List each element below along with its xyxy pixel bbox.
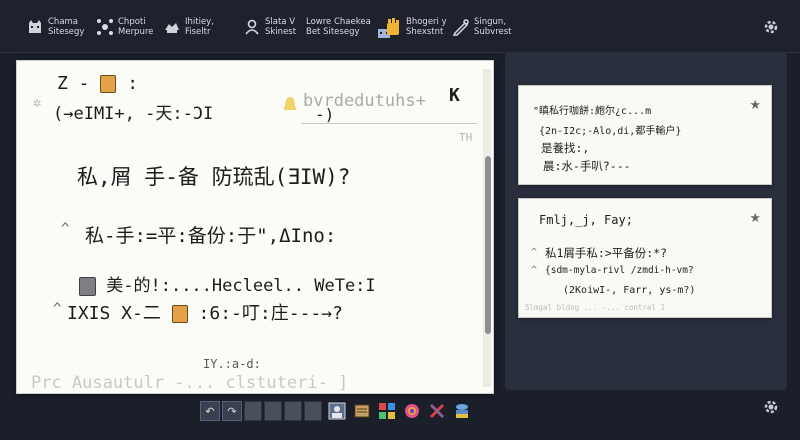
note-line-7: IY.:a-d: xyxy=(203,357,261,371)
note-line-1: Z - : xyxy=(57,73,138,94)
slot-1[interactable] xyxy=(244,401,262,421)
side-note-card-2[interactable]: ★ Fmlj,_j, Fay; ^ 私1屑手私:>平备份:*? ^ {sdm-m… xyxy=(518,198,772,318)
toolbar-label-bhogeri: Bhogeri y Shexstnt xyxy=(406,17,447,37)
faint-star-mark: ✲ xyxy=(33,95,42,111)
side-note-card-1[interactable]: ★ "瞋私行咖餅:皰尔¿c...m {2n-I2c;-Alo,di,都手輸户} … xyxy=(518,85,772,185)
undo-button[interactable]: ↶ xyxy=(200,401,220,421)
gray-sticker-icon xyxy=(79,276,96,296)
toolbar-item-chpoti[interactable]: Chpoti Merpure xyxy=(96,12,153,42)
side-card-2-caret: ^ xyxy=(531,247,538,258)
side-card-2-footer: Slmgal bldog ... -... contral 1 xyxy=(525,303,665,312)
toolbar-label-singun: Singun, Subvrest xyxy=(474,17,512,37)
side-card-2-line-2: {sdm-myla-rivl /zmdi-h-vm? xyxy=(545,265,694,276)
note-line-5: 美-的!:....Hecleel.. WeTe:I xyxy=(79,271,376,296)
note-line-6b-text: :6:-叮:庄---→? xyxy=(198,303,343,324)
header-right-text: TH xyxy=(459,131,473,144)
slot-2[interactable] xyxy=(264,401,282,421)
pen-icon xyxy=(452,18,470,36)
palette-icon[interactable] xyxy=(377,401,397,421)
note-bottom-faint: Prc Ausautulr -... clstuteri- ] xyxy=(31,373,349,393)
side-card-2-caret-2: ^ xyxy=(531,265,538,276)
scroll-icon[interactable] xyxy=(352,401,372,421)
stack-icon[interactable] xyxy=(452,401,472,421)
star-icon-2[interactable]: ★ xyxy=(749,211,761,226)
toolbar-item-ihitiey[interactable]: Ihitiey, Fiseltr xyxy=(163,12,214,42)
settings-gear-icon[interactable] xyxy=(762,18,780,36)
wolf-icon xyxy=(163,18,181,36)
toolbar-label-slata: Slata V Skinest xyxy=(265,17,297,37)
toolbar-item-slata[interactable]: Slata V Skinest xyxy=(243,12,296,42)
redo-button[interactable]: ↷ xyxy=(222,401,242,421)
hand-icon xyxy=(384,18,402,36)
toolbar-item-singun[interactable]: Singun, Subvrest xyxy=(452,12,512,42)
toolbar-label-chama: Chama Sitesegy xyxy=(48,17,85,37)
note-line-6-text: IXIS X-二 xyxy=(67,303,161,324)
note-line-2: (→eIMI+, -天:-ƆI xyxy=(53,104,214,124)
header-k-mark[interactable]: K xyxy=(449,85,460,106)
toolbar-item-lowre[interactable]: Lowre Chaekea Bet Sitesegy xyxy=(306,12,393,42)
note-line-6: IXIS X-二 :6:-叮:庄---→? xyxy=(67,299,343,325)
side-card-1-line-1: "瞋私行咖餅:皰尔¿c...m xyxy=(533,106,652,117)
caret-icon: ^ xyxy=(61,221,70,237)
toolbar-label-chpoti: Chpoti Merpure xyxy=(118,17,154,37)
star-icon[interactable]: ★ xyxy=(749,98,761,113)
portrait-icon[interactable] xyxy=(327,401,347,421)
sticker-icon-2 xyxy=(171,305,188,323)
header-bell-icon xyxy=(281,93,299,117)
top-toolbar: Chama Sitesegy Chpoti Merpure Ihitiey, F… xyxy=(0,0,800,53)
settings-gear-icon-bottom[interactable] xyxy=(762,398,780,416)
side-card-1-line-2: {2n-I2c;-Alo,di,都手輸户} xyxy=(539,126,682,137)
side-card-1-line-4: 晨:水-手叭?--- xyxy=(543,159,631,173)
note-line-4: 私-手:=平:备份:于",ΔIno: xyxy=(85,225,337,247)
toolbar-item-chama[interactable]: Chama Sitesegy xyxy=(26,12,84,42)
main-note-card[interactable]: Z - : (→eIMI+, -天:-ƆI ✲ bvrdedutuhs+ -) … xyxy=(16,60,494,394)
person-icon xyxy=(243,18,261,36)
toolbar-item-bhogeri[interactable]: Bhogeri y Shexstnt xyxy=(384,12,447,42)
caret-icon-2: ^ xyxy=(53,301,62,317)
slot-4[interactable] xyxy=(304,401,322,421)
note-line-1-text: Z - xyxy=(57,73,90,94)
toolbar-label-ihitiey: Ihitiey, Fiseltr xyxy=(185,17,214,37)
side-card-2-line-3: (2KoiwI-, Farr, ys-m?) xyxy=(563,285,696,296)
cat-icon xyxy=(26,18,44,36)
header-paren-text: -) xyxy=(315,105,335,124)
flower-icon[interactable] xyxy=(402,401,422,421)
side-card-2-line-1: 私1屑手私:>平备份:*? xyxy=(545,246,668,260)
toolbar-label-lowre: Lowre Chaekea Bet Sitesegy xyxy=(306,17,371,37)
header-divider xyxy=(301,123,477,124)
side-card-1-line-3: 是養找:, xyxy=(541,141,590,155)
note-line-5-text: 美-的!:....Hecleel.. WeTe:I xyxy=(106,276,376,296)
molecule-icon xyxy=(96,18,114,36)
side-card-2-title: Fmlj,_j, Fay; xyxy=(539,213,633,227)
scrollbar-thumb[interactable] xyxy=(485,156,491,334)
note-line-3: 私,屑 手-备 防琉乱(ƎIW)? xyxy=(77,165,351,189)
slot-3[interactable] xyxy=(284,401,302,421)
bottom-toolbar: ↶ ↷ xyxy=(200,400,486,422)
sticker-icon xyxy=(100,75,117,93)
note-line-1b-text: : xyxy=(127,73,139,94)
cross-icon[interactable] xyxy=(427,401,447,421)
